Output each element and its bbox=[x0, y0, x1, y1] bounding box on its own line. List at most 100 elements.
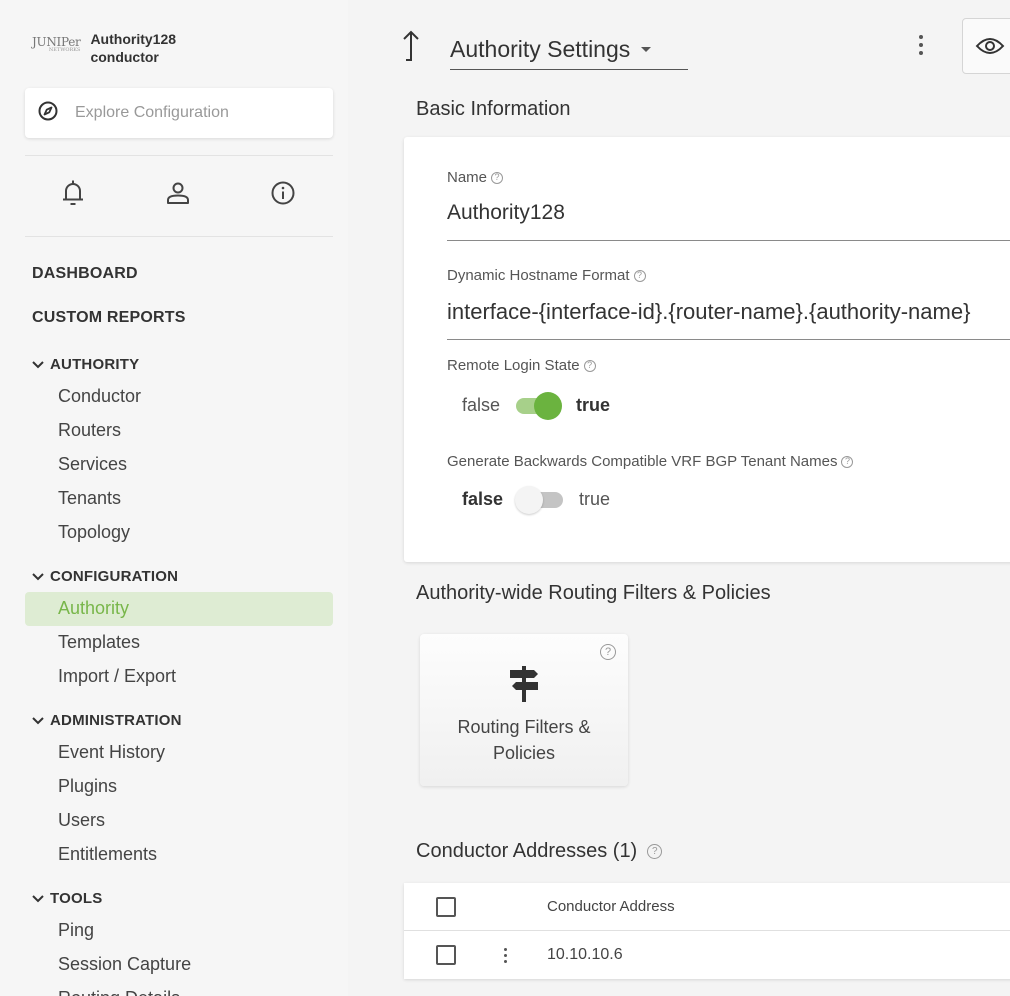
info-icon[interactable] bbox=[268, 178, 298, 208]
nav-section-label: TOOLS bbox=[50, 890, 103, 907]
authority-role: conductor bbox=[90, 49, 159, 65]
explore-configuration-search[interactable]: Explore Configuration bbox=[25, 88, 333, 138]
sidebar-nav: DASHBOARD CUSTOM REPORTS AUTHORITY Condu… bbox=[0, 262, 348, 996]
nav-item-entitlements[interactable]: Entitlements bbox=[25, 838, 333, 872]
nav-item-templates[interactable]: Templates bbox=[25, 626, 333, 660]
conductor-addresses-heading: Conductor Addresses (1) ? bbox=[416, 840, 663, 863]
row-options-icon[interactable] bbox=[504, 947, 507, 963]
conductor-address-cell: 10.10.10.6 bbox=[547, 946, 623, 963]
nav-dashboard[interactable]: DASHBOARD bbox=[0, 262, 348, 306]
compass-icon bbox=[37, 100, 59, 127]
divider bbox=[25, 155, 333, 156]
label-text: Remote Login State bbox=[447, 357, 580, 374]
label-text: Dynamic Hostname Format bbox=[447, 267, 630, 284]
eye-icon bbox=[975, 38, 1005, 54]
help-icon[interactable]: ? bbox=[633, 269, 646, 282]
nav-item-authority[interactable]: Authority bbox=[25, 592, 333, 626]
nav-item-services[interactable]: Services bbox=[25, 448, 333, 482]
nav-item-routers[interactable]: Routers bbox=[25, 414, 333, 448]
caret-down-icon bbox=[641, 47, 652, 52]
search-placeholder: Explore Configuration bbox=[75, 104, 229, 121]
false-label: false bbox=[462, 489, 504, 509]
nav-item-topology[interactable]: Topology bbox=[25, 516, 333, 550]
page-title: Authority Settings bbox=[450, 36, 631, 62]
nav-section-tools[interactable]: TOOLS bbox=[0, 884, 348, 914]
underline bbox=[447, 240, 1010, 241]
nav-section-administration[interactable]: ADMINISTRATION bbox=[0, 706, 348, 736]
nav-section-label: AUTHORITY bbox=[50, 356, 140, 373]
basic-information-card: Name ? Authority128 Dynamic Hostname For… bbox=[404, 137, 1010, 562]
conductor-addresses-table: Conductor Address 10.10.10.6 bbox=[404, 883, 1010, 979]
nav-item-routing-details[interactable]: Routing Details bbox=[25, 982, 333, 996]
name-field[interactable]: Authority128 bbox=[447, 201, 1007, 225]
bell-icon[interactable] bbox=[58, 178, 88, 208]
label-text: Name bbox=[447, 169, 488, 186]
nav-custom-reports[interactable]: CUSTOM REPORTS bbox=[0, 306, 348, 350]
help-icon[interactable]: ? bbox=[583, 359, 596, 372]
brand-text: Authority128 conductor bbox=[90, 30, 176, 66]
label-text: Generate Backwards Compatible VRF BGP Te… bbox=[447, 453, 838, 470]
routing-filters-card-label: Routing Filters & Policies bbox=[420, 714, 628, 766]
nav-gap bbox=[0, 872, 348, 884]
toggle-knob bbox=[515, 485, 544, 514]
column-header-conductor-address[interactable]: Conductor Address bbox=[547, 898, 675, 915]
table-row[interactable]: 10.10.10.6 bbox=[404, 931, 1010, 979]
chevron-down-icon bbox=[32, 717, 44, 725]
toggle-switch[interactable] bbox=[515, 485, 564, 514]
nav-item-conductor[interactable]: Conductor bbox=[25, 380, 333, 414]
nav-gap bbox=[0, 550, 348, 562]
nav-item-event-history[interactable]: Event History bbox=[25, 736, 333, 770]
view-toggle-button[interactable] bbox=[962, 18, 1010, 74]
help-icon[interactable]: ? bbox=[841, 455, 854, 468]
select-all-checkbox[interactable] bbox=[436, 896, 456, 917]
nav-item-ping[interactable]: Ping bbox=[25, 914, 333, 948]
up-arrow-icon[interactable] bbox=[398, 28, 424, 62]
signpost-icon bbox=[510, 666, 538, 702]
nav-section-authority[interactable]: AUTHORITY bbox=[0, 350, 348, 380]
card-line: Policies bbox=[492, 743, 556, 763]
more-options-icon[interactable] bbox=[910, 30, 932, 60]
name-label: Name ? bbox=[447, 169, 504, 186]
authority-settings-dropdown[interactable]: Authority Settings bbox=[450, 30, 688, 70]
sidebar-icon-row bbox=[58, 178, 298, 208]
brand[interactable]: JUNIPer NETWORKS Authority128 conductor bbox=[32, 30, 176, 66]
nav-gap bbox=[0, 694, 348, 706]
underline bbox=[447, 339, 1010, 340]
card-line: Routing Filters & bbox=[457, 717, 591, 737]
heading-text: Conductor Addresses (1) bbox=[416, 840, 638, 862]
true-label: true bbox=[579, 489, 611, 509]
toggle-switch[interactable] bbox=[516, 391, 563, 420]
nav-item-users[interactable]: Users bbox=[25, 804, 333, 838]
juniper-logo: JUNIPer NETWORKS bbox=[32, 36, 81, 53]
nav-section-configuration[interactable]: CONFIGURATION bbox=[0, 562, 348, 592]
nav-item-tenants[interactable]: Tenants bbox=[25, 482, 333, 516]
help-icon[interactable]: ? bbox=[600, 644, 616, 660]
nav-section-label: CONFIGURATION bbox=[50, 568, 179, 585]
toggle-knob bbox=[534, 391, 563, 420]
nav-item-import-export[interactable]: Import / Export bbox=[25, 660, 333, 694]
help-icon[interactable]: ? bbox=[647, 844, 663, 859]
table-header-row: Conductor Address bbox=[404, 883, 1010, 931]
chevron-down-icon bbox=[32, 573, 44, 581]
nav-section-label: ADMINISTRATION bbox=[50, 712, 182, 729]
remote-login-toggle[interactable]: false true bbox=[462, 391, 611, 420]
true-label: true bbox=[576, 395, 611, 415]
vrf-bgp-label: Generate Backwards Compatible VRF BGP Te… bbox=[447, 453, 854, 470]
help-icon[interactable]: ? bbox=[491, 171, 504, 184]
row-checkbox[interactable] bbox=[436, 945, 456, 965]
authority-name: Authority128 bbox=[90, 31, 177, 47]
user-icon[interactable] bbox=[163, 178, 193, 208]
nav-item-plugins[interactable]: Plugins bbox=[25, 770, 333, 804]
remote-login-label: Remote Login State ? bbox=[447, 357, 596, 374]
routing-filters-heading: Authority-wide Routing Filters & Policie… bbox=[416, 582, 771, 604]
hostname-format-field[interactable]: interface-{interface-id}.{router-name}.{… bbox=[447, 299, 1007, 325]
vrf-bgp-toggle[interactable]: false true bbox=[462, 485, 611, 514]
chevron-down-icon bbox=[32, 895, 44, 903]
routing-filters-card[interactable]: ? Routing Filters & Policies bbox=[420, 634, 628, 786]
nav-item-session-capture[interactable]: Session Capture bbox=[25, 948, 333, 982]
false-label: false bbox=[462, 395, 501, 415]
sidebar: JUNIPer NETWORKS Authority128 conductor … bbox=[0, 0, 348, 996]
hostname-format-label: Dynamic Hostname Format ? bbox=[447, 267, 646, 284]
basic-information-heading: Basic Information bbox=[416, 98, 571, 120]
chevron-down-icon bbox=[32, 361, 44, 369]
